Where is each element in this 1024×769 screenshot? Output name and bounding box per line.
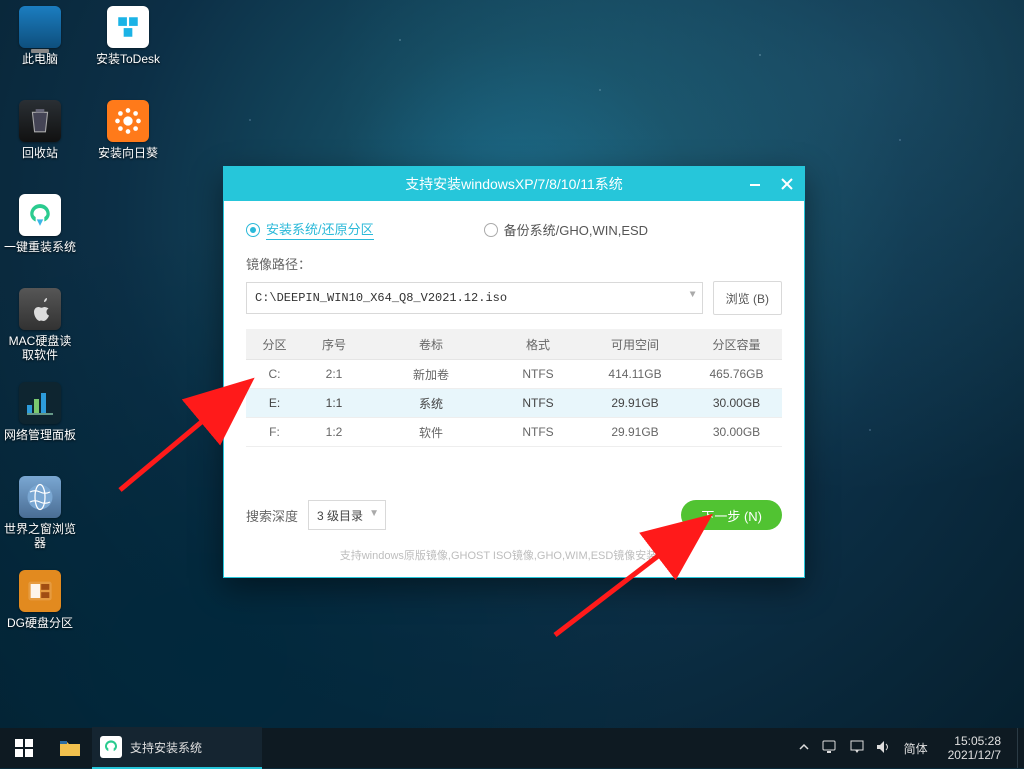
clock-time: 15:05:28 [954, 734, 1001, 748]
tray-chevron-icon[interactable] [798, 740, 810, 756]
world-browser-label: 世界之窗浏览器 [4, 522, 76, 550]
mode-tabs: 安装系统/还原分区 备份系统/GHO,WIN,ESD [246, 219, 782, 240]
window-titlebar[interactable]: 支持安装windowsXP/7/8/10/11系统 [224, 167, 804, 201]
partition-table: 分区 序号 卷标 格式 可用空间 分区容量 C: 2:1 新加卷 NTFS 41 [246, 329, 782, 447]
image-path-input[interactable]: C:\DEEPIN_WIN10_X64_Q8_V2021.12.iso ▼ [246, 282, 703, 314]
minimize-button[interactable] [744, 173, 766, 195]
th-index: 序号 [303, 329, 365, 360]
chevron-down-icon: ▼ [369, 508, 379, 519]
dropdown-icon[interactable]: ▼ [690, 290, 696, 301]
tab-install-label: 安装系统/还原分区 [266, 219, 374, 240]
trash-icon [19, 100, 61, 142]
search-depth-value: 3 级目录 [317, 507, 363, 524]
table-row[interactable]: C: 2:1 新加卷 NTFS 414.11GB 465.76GB [246, 360, 782, 389]
task-installer[interactable]: 支持安装系统 [92, 727, 262, 769]
sunflower-label: 安装向日葵 [98, 146, 158, 160]
window-content: 安装系统/还原分区 备份系统/GHO,WIN,ESD 镜像路径： C:\DEEP… [224, 201, 804, 577]
reinstall-label: 一键重装系统 [4, 240, 76, 254]
volume-icon[interactable] [876, 740, 892, 757]
net-panel-label: 网络管理面板 [4, 428, 76, 442]
th-drive: 分区 [246, 329, 303, 360]
recycle-label: 回收站 [22, 146, 58, 160]
mac-read-label: MAC硬盘读取软件 [4, 334, 76, 362]
disk-genius-icon [19, 570, 61, 612]
installer-window: 支持安装windowsXP/7/8/10/11系统 安装系统/还原分区 备份系统 [223, 166, 805, 578]
th-volume: 卷标 [365, 329, 497, 360]
monitor-icon [19, 6, 61, 48]
table-row-selected[interactable]: E: 1:1 系统 NTFS 29.91GB 30.00GB [246, 389, 782, 418]
recycle-bin-icon[interactable]: 回收站 [2, 98, 78, 184]
window-title: 支持安装windowsXP/7/8/10/11系统 [405, 174, 623, 194]
apple-icon [19, 288, 61, 330]
table-row[interactable]: F: 1:2 软件 NTFS 29.91GB 30.00GB [246, 418, 782, 447]
clock[interactable]: 15:05:28 2021/12/7 [940, 734, 1009, 762]
reinstall-logo-icon [19, 194, 61, 236]
task-installer-icon [100, 736, 122, 758]
reinstall-icon[interactable]: 一键重装系统 [2, 192, 78, 278]
clock-date: 2021/12/7 [948, 748, 1001, 762]
search-depth-select[interactable]: 3 级目录 ▼ [308, 500, 386, 530]
show-desktop-button[interactable] [1017, 728, 1024, 768]
browse-label: 浏览 (B) [726, 290, 769, 307]
action-center-icon[interactable] [850, 740, 864, 757]
radio-on-icon [246, 223, 260, 237]
image-path-label: 镜像路径： [246, 254, 782, 273]
close-button[interactable] [776, 173, 798, 195]
this-pc-icon[interactable]: 此电脑 [2, 4, 78, 90]
todesk-label: 安装ToDesk [96, 52, 160, 66]
tab-backup[interactable]: 备份系统/GHO,WIN,ESD [484, 219, 648, 240]
th-free: 可用空间 [579, 329, 691, 360]
todesk-logo-icon [107, 6, 149, 48]
system-tray: 简体 15:05:28 2021/12/7 [790, 728, 1017, 768]
taskbar: 支持安装系统 简体 15:05:28 2021/12/7 [0, 728, 1024, 768]
desktop: 此电脑 安装ToDesk 回收站 安装向日葵 一键重装系统 [0, 0, 1024, 728]
windows-logo-icon [15, 739, 33, 757]
next-button[interactable]: 下一步 (N) [681, 500, 782, 530]
world-browser-icon[interactable]: 世界之窗浏览器 [2, 474, 78, 560]
net-panel-icon[interactable]: 网络管理面板 [2, 380, 78, 466]
th-total: 分区容量 [691, 329, 782, 360]
radio-off-icon [484, 223, 498, 237]
search-depth-label: 搜索深度 [246, 506, 298, 525]
desktop-icon-grid: 此电脑 安装ToDesk 回收站 安装向日葵 一键重装系统 [2, 4, 166, 654]
network-icon[interactable] [822, 740, 838, 757]
image-path-value: C:\DEEPIN_WIN10_X64_Q8_V2021.12.iso [255, 291, 507, 305]
footnote-text: 支持windows原版镜像,GHOST ISO镜像,GHO,WIM,ESD镜像安… [224, 547, 804, 563]
globe-icon [19, 476, 61, 518]
file-explorer-button[interactable] [48, 728, 92, 768]
tab-install[interactable]: 安装系统/还原分区 [246, 219, 374, 240]
task-installer-label: 支持安装系统 [130, 739, 202, 756]
sunflower-logo-icon [107, 100, 149, 142]
next-label: 下一步 (N) [701, 506, 762, 525]
dg-partition-icon[interactable]: DG硬盘分区 [2, 568, 78, 654]
tab-backup-label: 备份系统/GHO,WIN,ESD [504, 220, 648, 239]
bars-icon [19, 382, 61, 424]
browse-button[interactable]: 浏览 (B) [713, 281, 782, 315]
this-pc-label: 此电脑 [22, 52, 58, 66]
th-format: 格式 [497, 329, 579, 360]
mac-read-icon[interactable]: MAC硬盘读取软件 [2, 286, 78, 372]
ime-indicator[interactable]: 简体 [904, 740, 928, 757]
sunflower-icon[interactable]: 安装向日葵 [90, 98, 166, 184]
todesk-icon[interactable]: 安装ToDesk [90, 4, 166, 90]
start-button[interactable] [0, 728, 48, 768]
dg-partition-label: DG硬盘分区 [7, 616, 73, 630]
